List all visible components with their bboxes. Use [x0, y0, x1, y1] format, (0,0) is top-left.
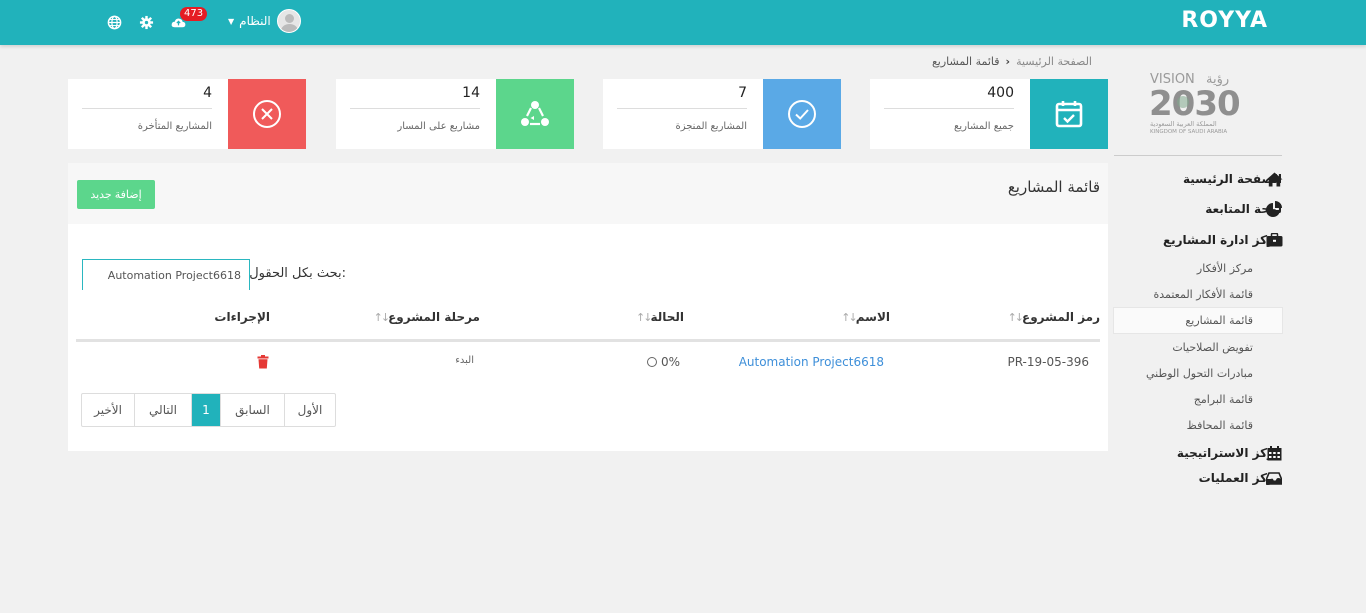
column-header-status[interactable]: ↑↓ الحالة	[622, 310, 684, 324]
stat-label: مشاريع على المسار	[397, 121, 480, 132]
page-current-button[interactable]: 1	[191, 394, 220, 426]
top-bar: ROYYA 473 ▼ النظام	[0, 0, 1366, 45]
page-next-button[interactable]: التالي	[134, 394, 191, 426]
page-prev-button[interactable]: السابق	[220, 394, 284, 426]
sidebar-subitem-delegation[interactable]: تفويض الصلاحيات	[1172, 341, 1253, 354]
projects-panel: قائمة المشاريع إضافة جديد بحث بكل الحقول…	[68, 163, 1108, 451]
sidebar-subitem-portfolios-list[interactable]: قائمة المحافظ	[1187, 419, 1253, 432]
breadcrumb: الصفحة الرئيسية ‹ قائمة المشاريع	[932, 55, 1092, 68]
svg-text:المملكة العربية السعودية: المملكة العربية السعودية	[1150, 120, 1217, 128]
page-first-button[interactable]: الأول	[284, 394, 335, 426]
breadcrumb-home[interactable]: الصفحة الرئيسية	[1016, 55, 1092, 68]
column-header-name[interactable]: ↑↓ الاسم	[827, 310, 890, 324]
cell-code: PR-19-05-396	[1007, 355, 1089, 369]
sort-icon: ↑↓	[1007, 310, 1025, 324]
chevron-left-icon: ‹	[1005, 55, 1011, 68]
search-label: بحث بكل الحقول:	[249, 266, 346, 281]
table-header-divider	[76, 339, 1100, 342]
column-header-code[interactable]: ↑↓ رمز المشروع	[994, 310, 1100, 324]
divider	[617, 108, 747, 109]
cloud-icon[interactable]: 473	[168, 7, 208, 32]
gear-icon[interactable]	[136, 12, 156, 32]
divider	[82, 108, 212, 109]
calendar-icon	[1265, 444, 1283, 462]
sidebar-subitem-national-transformation[interactable]: مبادرات التحول الوطني	[1146, 367, 1253, 380]
stat-label: المشاريع المنجزة	[675, 121, 747, 132]
vision-2030-logo: VISION رؤية 2030 المملكة العربية السعودي…	[1148, 70, 1248, 140]
stat-card-delayed[interactable]: 4 المشاريع المتأخرة	[68, 79, 306, 149]
stat-value: 4	[203, 85, 212, 101]
cell-name-link[interactable]: Automation Project6618	[739, 355, 884, 369]
add-new-button[interactable]: إضافة جديد	[77, 180, 155, 209]
globe-icon[interactable]	[104, 12, 124, 32]
status-circle-icon	[646, 357, 657, 367]
divider	[350, 108, 480, 109]
sidebar-subitem-ideas-center[interactable]: مركز الأفكار	[1197, 262, 1253, 275]
stat-value: 14	[462, 85, 480, 101]
stat-card-on-track[interactable]: 14 مشاريع على المسار	[336, 79, 574, 149]
sidebar-subitem-projects-list[interactable]: قائمة المشاريع	[1185, 314, 1253, 327]
breadcrumb-current: قائمة المشاريع	[931, 55, 1000, 68]
check-circle-icon	[763, 79, 841, 149]
recycle-icon	[496, 79, 574, 149]
briefcase-icon	[1265, 231, 1283, 249]
sidebar-divider	[1114, 155, 1282, 156]
home-icon	[1265, 170, 1283, 188]
svg-text:2030: 2030	[1149, 84, 1240, 124]
pagination: الأخير التالي 1 السابق الأول	[81, 393, 336, 427]
stat-card-completed[interactable]: 7 المشاريع المنجزة	[603, 79, 841, 149]
column-header-stage[interactable]: ↑↓ مرحلة المشروع	[360, 310, 480, 324]
calendar-check-icon	[1030, 79, 1108, 149]
cell-status: 0%	[646, 355, 680, 369]
column-header-actions: الإجراءات	[214, 310, 270, 324]
pie-chart-icon	[1265, 200, 1283, 218]
times-circle-icon	[228, 79, 306, 149]
inbox-icon	[1265, 469, 1283, 487]
stat-card-all[interactable]: 400 جميع المشاريع	[870, 79, 1108, 149]
divider	[884, 108, 1014, 109]
search-input[interactable]	[82, 259, 250, 290]
page-last-button[interactable]: الأخير	[82, 394, 134, 426]
sort-icon: ↑↓	[841, 310, 858, 324]
brand-logo[interactable]: ROYYA	[1181, 8, 1268, 33]
panel-title: قائمة المشاريع	[1007, 178, 1100, 196]
cell-stage: البدء	[455, 355, 474, 366]
caret-down-icon: ▼	[228, 16, 235, 26]
stat-label: جميع المشاريع	[954, 121, 1014, 132]
notification-badge: 473	[180, 7, 208, 21]
sort-icon: ↑↓	[373, 310, 391, 324]
sidebar-subitem-approved-ideas[interactable]: قائمة الأفكار المعتمدة	[1153, 288, 1253, 301]
stat-value: 7	[738, 85, 747, 101]
svg-text:KINGDOM OF SAUDI ARABIA: KINGDOM OF SAUDI ARABIA	[1150, 129, 1227, 135]
panel-header: قائمة المشاريع إضافة جديد	[68, 163, 1108, 224]
trash-icon[interactable]	[257, 355, 269, 372]
sidebar-subitem-programs-list[interactable]: قائمة البرامج	[1194, 393, 1253, 406]
sort-icon: ↑↓	[636, 310, 653, 324]
stat-label: المشاريع المتأخرة	[137, 121, 212, 132]
stat-value: 400	[987, 85, 1014, 101]
user-name: النظام	[239, 14, 271, 28]
avatar	[276, 9, 301, 33]
user-menu[interactable]: ▼ النظام	[228, 9, 301, 33]
top-icons: 473	[104, 7, 208, 36]
